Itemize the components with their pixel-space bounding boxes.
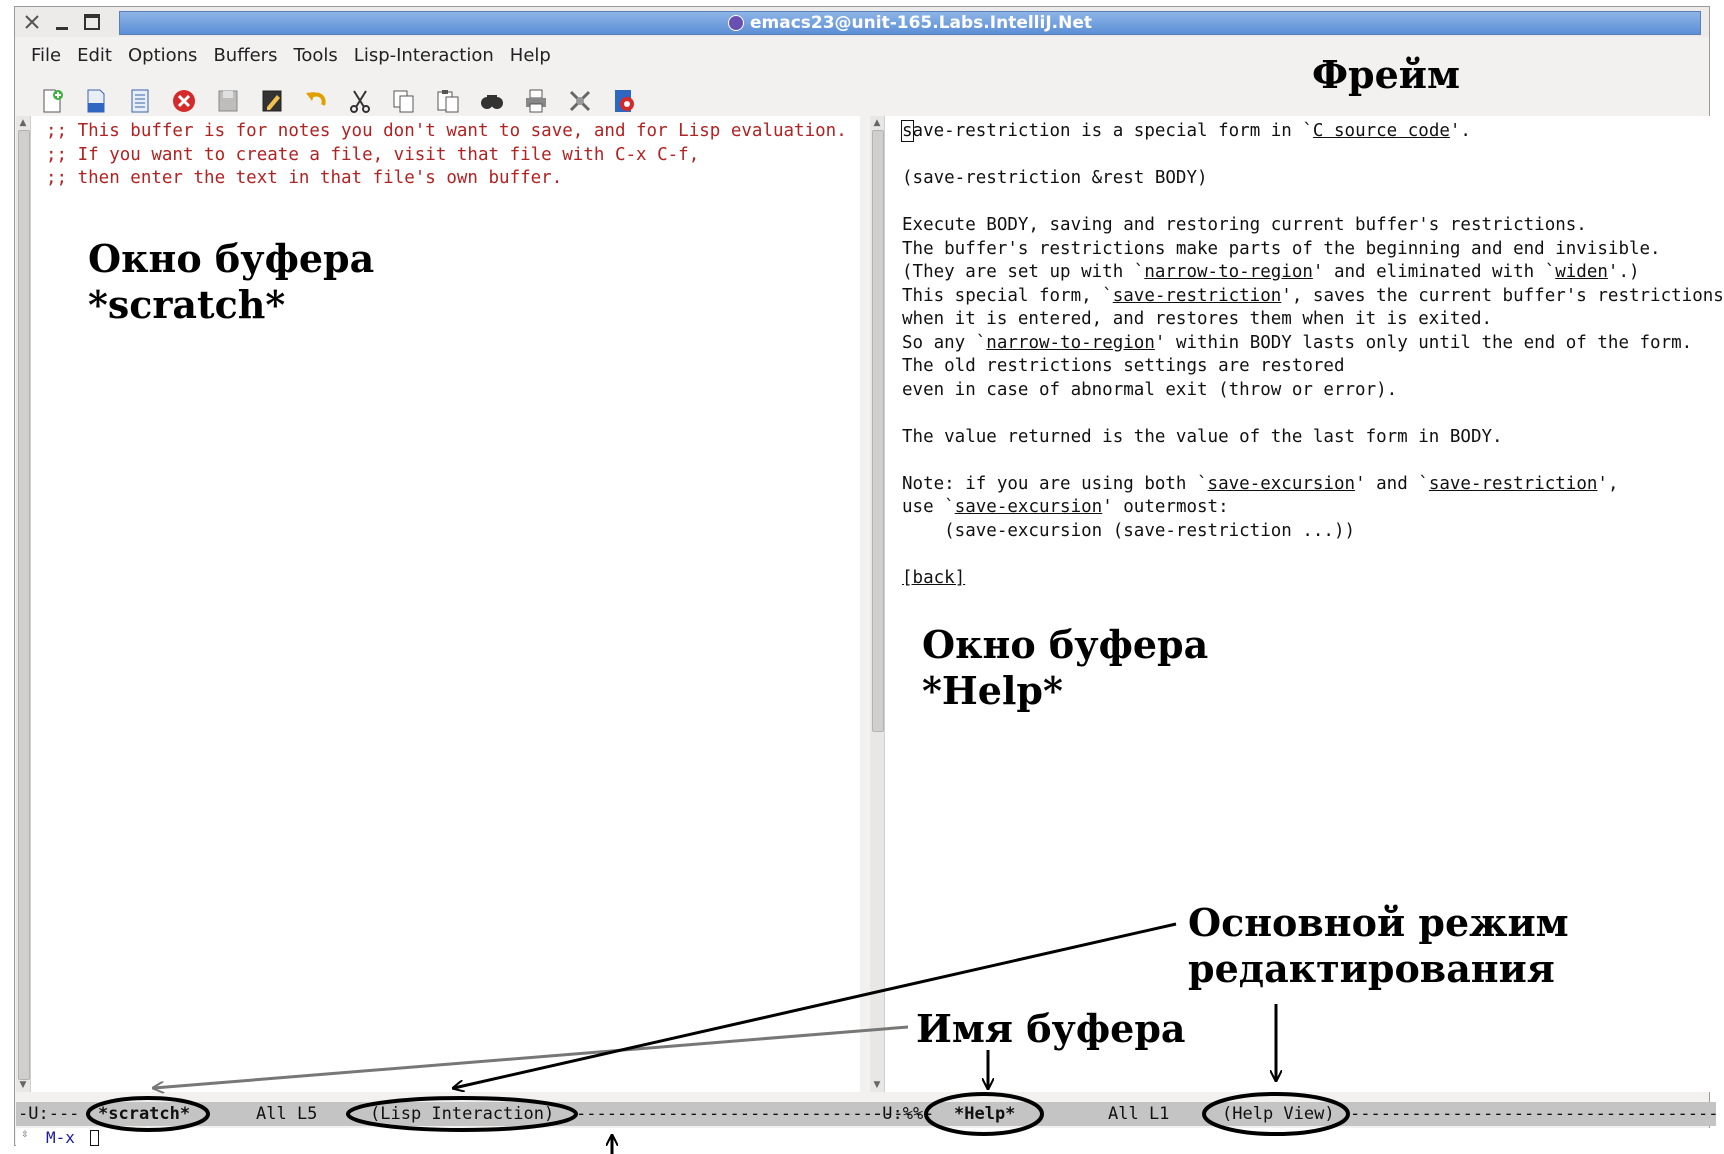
major-mode-lisp-interaction[interactable]: (Lisp Interaction) — [370, 1102, 554, 1126]
menu-tools[interactable]: Tools — [285, 45, 345, 66]
help-text: ' and eliminated with ` — [1312, 262, 1556, 282]
minibuffer-scroll-icon: ⇳ — [21, 1130, 29, 1140]
close-window-icon[interactable] — [21, 11, 43, 33]
save-icon[interactable] — [211, 84, 245, 118]
help-text: when it is entered, and restores them wh… — [902, 309, 1493, 329]
scroll-up-icon[interactable]: ▲ — [18, 118, 28, 128]
window-title: emacs23@unit-165.Labs.IntelliJ.Net — [749, 13, 1092, 33]
help-text: Note: if you are using both ` — [902, 473, 1208, 494]
minibuffer-prompt: M-x — [46, 1128, 75, 1147]
left-status: -U:--- — [18, 1104, 80, 1124]
minibuffer-cursor — [90, 1130, 99, 1146]
undo-icon[interactable] — [299, 84, 333, 118]
help-link-widen[interactable]: widen — [1555, 262, 1608, 282]
right-dashes: ----------------------------------------… — [1350, 1104, 1716, 1124]
scratch-line: ;; If you want to create a file, visit t… — [46, 144, 700, 165]
text-cursor: s — [901, 120, 914, 142]
help-text: This special form, ` — [902, 285, 1113, 306]
scroll-thumb[interactable] — [18, 130, 30, 1080]
scroll-thumb[interactable] — [872, 130, 884, 732]
menu-edit[interactable]: Edit — [69, 45, 120, 66]
help-text: ' within BODY lasts only until the end o… — [1154, 332, 1693, 353]
scratch-scrollbar[interactable]: ▲ ▼ — [16, 116, 31, 1092]
help-text: ' outermost: — [1102, 497, 1229, 517]
info-icon[interactable] — [607, 84, 641, 118]
emacs-logo-icon — [727, 15, 744, 31]
menu-help[interactable]: Help — [502, 45, 559, 66]
annotation-major-mode: Основной режим редактирования — [1188, 900, 1569, 991]
help-text: ave-restriction is a special form in ` — [912, 121, 1313, 141]
annotation-frame: Фрейм — [1312, 52, 1460, 97]
scratch-content[interactable]: ;; This buffer is for notes you don't wa… — [46, 120, 847, 191]
close-buffer-icon[interactable] — [167, 84, 201, 118]
new-file-icon[interactable] — [35, 84, 69, 118]
help-link-narrow-to-region[interactable]: narrow-to-region — [986, 333, 1155, 353]
menu-options[interactable]: Options — [120, 45, 205, 66]
help-text: So any ` — [902, 332, 987, 353]
title-bar-fill: emacs23@unit-165.Labs.IntelliJ.Net — [119, 11, 1701, 35]
help-text: '.) — [1607, 262, 1640, 282]
help-text: use ` — [902, 497, 955, 517]
back-button[interactable]: [back] — [902, 568, 965, 588]
title-bar: emacs23@unit-165.Labs.IntelliJ.Net — [15, 7, 1709, 37]
annotation-help-window: Окно буфера *Help* — [922, 622, 1209, 713]
scratch-line: ;; then enter the text in that file's ow… — [46, 168, 563, 188]
buffer-name-help[interactable]: *Help* — [954, 1102, 1015, 1126]
open-directory-icon[interactable] — [123, 84, 157, 118]
help-text: The old restrictions settings are restor… — [902, 356, 1345, 376]
right-status: -U:%%- — [872, 1104, 934, 1124]
scroll-up-icon[interactable]: ▲ — [872, 118, 882, 128]
help-scrollbar[interactable]: ▲ ▼ — [870, 116, 885, 1092]
maximize-window-icon[interactable] — [81, 11, 103, 33]
paste-icon[interactable] — [431, 84, 465, 118]
tool-bar — [35, 83, 641, 119]
copy-icon[interactable] — [387, 84, 421, 118]
help-link-save-excursion[interactable]: save-excursion — [1208, 474, 1356, 494]
right-position: All L1 — [1108, 1104, 1170, 1124]
scratch-line: ;; This buffer is for notes you don't wa… — [46, 121, 847, 141]
window-controls — [21, 10, 103, 34]
help-link-save-restriction[interactable]: save-restriction — [1113, 286, 1282, 306]
help-text: ', saves the current buffer's restrictio… — [1281, 285, 1724, 306]
help-text: (They are set up with ` — [902, 262, 1145, 282]
open-file-icon[interactable] — [79, 84, 113, 118]
help-link-c-source[interactable]: C source code — [1313, 121, 1450, 141]
help-text: '. — [1449, 121, 1471, 141]
search-icon[interactable] — [475, 84, 509, 118]
help-link-narrow-to-region[interactable]: narrow-to-region — [1144, 262, 1313, 282]
annotation-scratch-window: Окно буфера *scratch* — [88, 236, 375, 327]
minibuffer[interactable]: ⇳ M-x — [16, 1128, 1716, 1148]
major-mode-help-view[interactable]: (Help View) — [1222, 1102, 1335, 1126]
print-icon[interactable] — [519, 84, 553, 118]
buffer-name-scratch[interactable]: *scratch* — [98, 1102, 190, 1126]
help-text: ' and ` — [1355, 473, 1429, 494]
help-text: The value returned is the value of the l… — [902, 426, 1503, 447]
scroll-down-icon[interactable]: ▼ — [872, 1080, 882, 1090]
annotation-buffer-name: Имя буфера — [916, 1006, 1186, 1051]
scroll-down-icon[interactable]: ▼ — [18, 1080, 28, 1090]
save-as-icon[interactable] — [255, 84, 289, 118]
mode-line: -U:--- *scratch* All L5 (Lisp Interactio… — [16, 1102, 1716, 1126]
left-position: All L5 — [256, 1104, 318, 1124]
menu-lisp-interaction[interactable]: Lisp-Interaction — [346, 45, 502, 66]
preferences-icon[interactable] — [563, 84, 597, 118]
help-text: ', — [1597, 473, 1619, 494]
help-text: Execute BODY, saving and restoring curre… — [902, 215, 1587, 235]
menu-buffers[interactable]: Buffers — [205, 45, 285, 66]
menu-file[interactable]: File — [23, 45, 69, 66]
help-text: (save-excursion (save-restriction ...)) — [902, 520, 1356, 541]
help-content[interactable]: save-restriction is a special form in `C… — [901, 120, 1724, 590]
cut-icon[interactable] — [343, 84, 377, 118]
help-text: even in case of abnormal exit (throw or … — [902, 379, 1398, 400]
help-link-save-restriction[interactable]: save-restriction — [1429, 474, 1598, 494]
help-link-save-excursion[interactable]: save-excursion — [955, 497, 1103, 517]
minimize-window-icon[interactable] — [51, 11, 73, 33]
help-text: (save-restriction &rest BODY) — [902, 168, 1208, 188]
help-text: The buffer's restrictions make parts of … — [902, 238, 1661, 259]
